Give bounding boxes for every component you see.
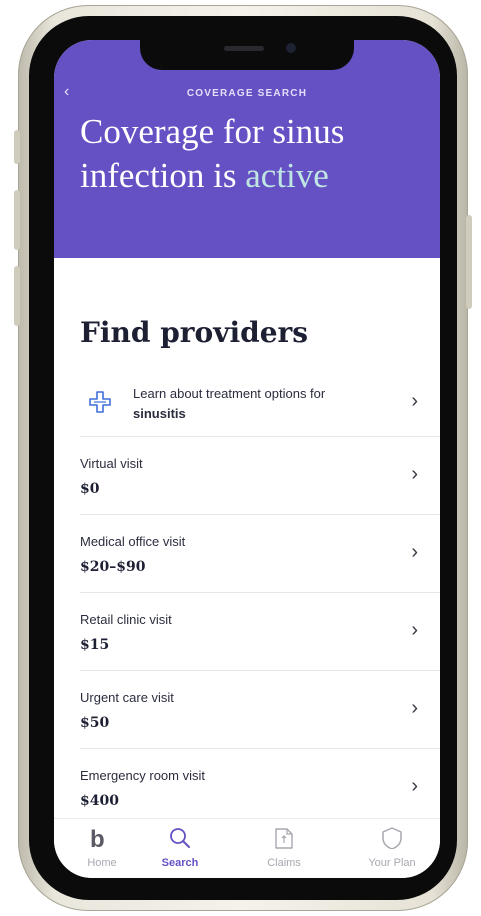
list-item-virtual-visit[interactable]: Virtual visit $0 ›: [80, 436, 440, 515]
chevron-right-icon: ›: [411, 619, 418, 641]
content-top-spacer: [54, 258, 440, 318]
title-accent: active: [245, 156, 329, 195]
page-title: Coverage for sinus infection is active: [80, 110, 420, 198]
tab-claims[interactable]: Claims: [236, 819, 332, 878]
medical-cross-icon: [89, 391, 111, 413]
list-item-emergency-room-visit[interactable]: Emergency room visit $400 ›: [80, 748, 440, 818]
treatment-options-link[interactable]: Learn about treatment options for sinusi…: [80, 370, 440, 437]
visit-type-label: Urgent care visit: [80, 690, 174, 705]
chevron-right-icon: ›: [411, 541, 418, 563]
visit-price: $0: [80, 481, 100, 497]
list-item-medical-office-visit[interactable]: Medical office visit $20–$90 ›: [80, 514, 440, 593]
chevron-right-icon: ›: [411, 463, 418, 485]
visit-price: $400: [80, 793, 119, 809]
treatment-options-label: Learn about treatment options for: [133, 386, 326, 401]
tab-label: Search: [161, 857, 199, 869]
speaker-grille: [224, 46, 264, 51]
visit-type-label: Emergency room visit: [80, 768, 205, 783]
visit-price: $20–$90: [80, 559, 146, 575]
tab-your-plan[interactable]: Your Plan: [344, 819, 440, 878]
bottom-tab-bar: b Home Search Claims Your Plan: [54, 818, 440, 878]
power-button: [466, 215, 472, 309]
tab-label: Claims: [267, 857, 301, 869]
find-providers-heading: Find providers: [80, 316, 309, 349]
chevron-right-icon: ›: [411, 775, 418, 797]
visit-type-label: Retail clinic visit: [80, 612, 172, 627]
chevron-right-icon: ›: [411, 697, 418, 719]
mute-switch: [14, 130, 20, 164]
tab-search[interactable]: Search: [132, 819, 228, 878]
treatment-options-text: Learn about treatment options for sinusi…: [133, 384, 373, 424]
svg-text:b: b: [90, 827, 105, 849]
visit-price: $15: [80, 637, 110, 653]
app-screen: ‹ COVERAGE SEARCH Coverage for sinus inf…: [54, 40, 440, 878]
phone-notch: [140, 40, 354, 70]
condition-name: sinusitis: [133, 406, 186, 421]
coverage-header: ‹ COVERAGE SEARCH Coverage for sinus inf…: [54, 40, 440, 258]
shield-icon: [382, 827, 402, 849]
visit-type-label: Medical office visit: [80, 534, 186, 549]
volume-down-button: [14, 266, 20, 326]
volume-up-button: [14, 190, 20, 250]
front-camera: [286, 43, 296, 53]
search-icon: [170, 828, 190, 848]
visit-type-label: Virtual visit: [80, 456, 143, 471]
tab-label: Your Plan: [368, 857, 416, 869]
list-item-retail-clinic-visit[interactable]: Retail clinic visit $15 ›: [80, 592, 440, 671]
chevron-right-icon: ›: [411, 390, 418, 412]
list-item-urgent-care-visit[interactable]: Urgent care visit $50 ›: [80, 670, 440, 749]
visit-price: $50: [80, 715, 110, 731]
claims-document-icon: [275, 828, 293, 849]
page-eyebrow: COVERAGE SEARCH: [186, 88, 308, 99]
